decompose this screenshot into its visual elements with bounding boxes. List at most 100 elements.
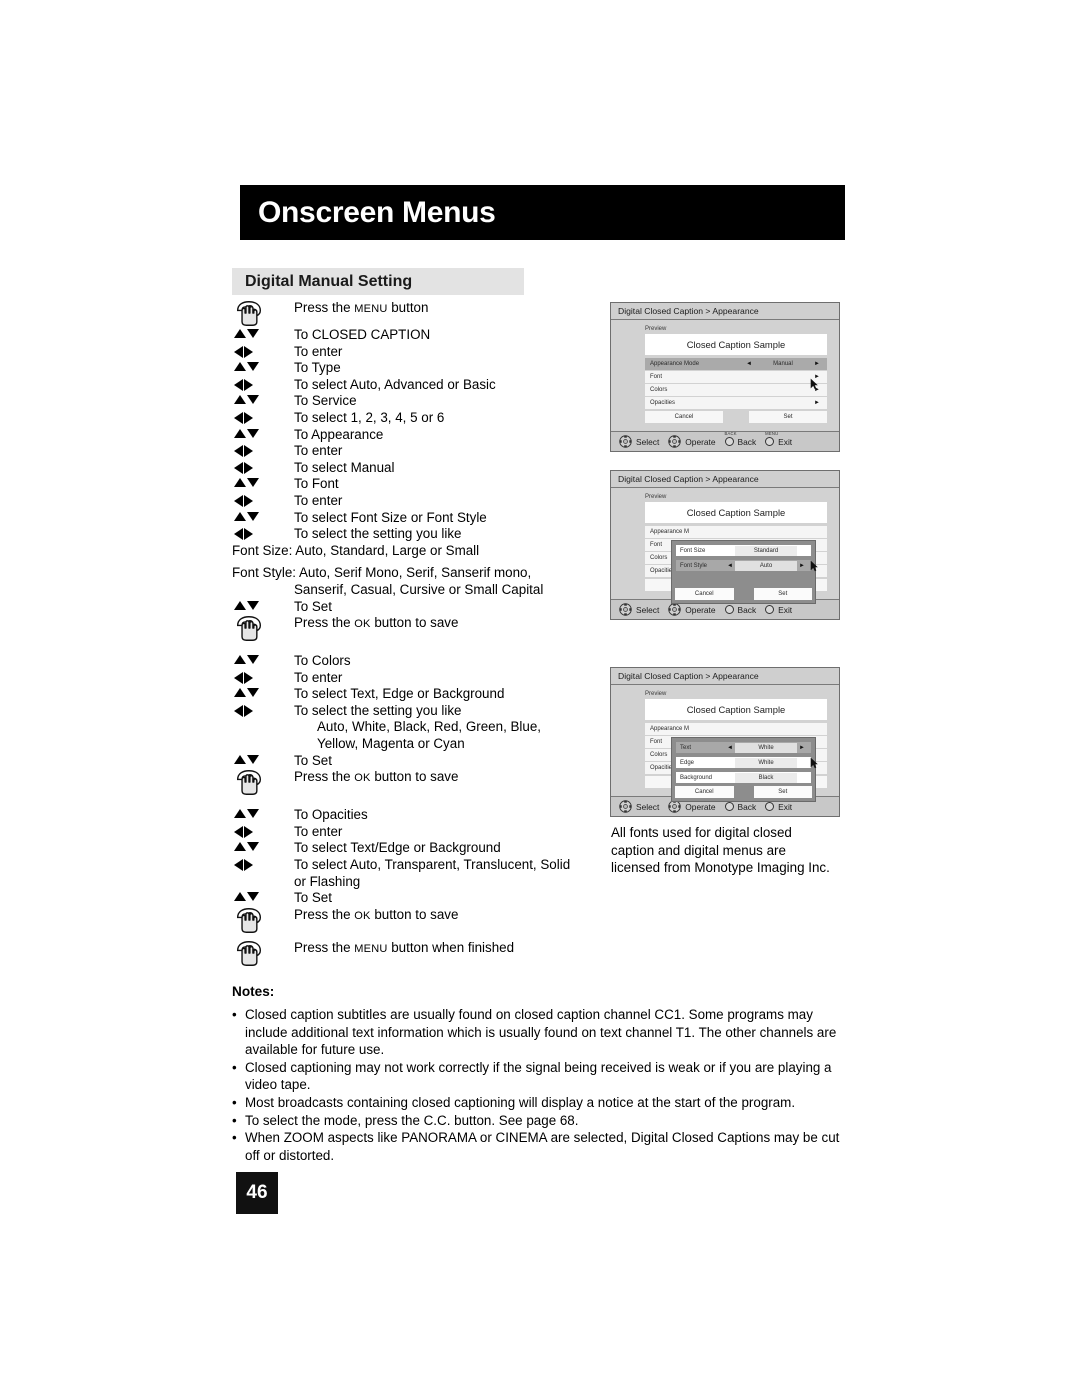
submenu-row[interactable]: Edge White: [675, 756, 812, 769]
button-name-label: MENU: [354, 942, 388, 955]
caption-preview-sample: Closed Caption Sample: [645, 334, 827, 355]
bottom-bar-label: Back: [737, 801, 757, 812]
mouse-cursor-icon: [810, 757, 819, 769]
mouse-cursor-icon: [810, 560, 819, 572]
preview-label: Preview: [645, 691, 667, 697]
step-icon: [232, 686, 294, 698]
circle-button-icon[interactable]: [765, 437, 775, 446]
bottom-bar-item[interactable]: Select: [619, 800, 659, 813]
menu-row[interactable]: Appearance M: [645, 723, 827, 736]
left-arrow-icon[interactable]: ◄: [744, 361, 754, 367]
submenu-cancel-button[interactable]: Cancel: [675, 786, 734, 798]
bottom-bar-item[interactable]: BACKBack: [724, 796, 757, 812]
menu-row[interactable]: Appearance M: [645, 526, 827, 539]
bottom-bar-item[interactable]: BACKBack: [724, 431, 757, 447]
step-icon: [232, 460, 294, 474]
bottom-bar-item[interactable]: Operate: [668, 435, 716, 448]
dpad-icon: [619, 603, 632, 616]
menu-row[interactable]: Appearance Mode ◄ Manual ►: [645, 358, 827, 371]
circle-button-icon[interactable]: [724, 802, 734, 811]
circle-button-icon[interactable]: [765, 802, 775, 811]
dpad-icon: [619, 800, 632, 813]
press-button-hand-icon: [234, 940, 264, 967]
step-icon: [232, 670, 294, 684]
button-name-label: OK: [354, 618, 371, 631]
circle-button-icon[interactable]: [724, 437, 734, 446]
step-icon: [232, 410, 294, 424]
circle-button-icon[interactable]: [724, 605, 734, 614]
left-arrow-icon[interactable]: ◄: [725, 563, 735, 569]
manual-page: Onscreen Menus Digital Manual Setting Pr…: [0, 0, 1080, 1397]
bottom-bar-label: Exit: [778, 801, 793, 812]
submenu-row[interactable]: Background Black: [675, 771, 812, 784]
instruction-row: To select Auto, Transparent, Translucent…: [232, 857, 602, 874]
page-number: 46: [236, 1172, 278, 1214]
step-text: To Service: [294, 393, 357, 409]
submenu-cancel-button[interactable]: Cancel: [675, 588, 734, 600]
note-item: • When ZOOM aspects like PANORAMA or CINE…: [232, 1129, 850, 1164]
step-text: To Appearance: [294, 426, 384, 442]
left-right-arrows-icon: [234, 859, 253, 872]
instruction-row: To select the setting you like: [232, 526, 602, 543]
bottom-bar-item[interactable]: Select: [619, 435, 659, 448]
step-icon: [232, 615, 294, 642]
right-arrow-icon[interactable]: ►: [812, 361, 822, 367]
submenu-buttons: Cancel Set: [675, 786, 812, 798]
instruction-row: Press the OK button to save: [232, 769, 602, 796]
instruction-row: To Font: [232, 476, 602, 493]
bottom-bar-item[interactable]: MENUExit: [765, 796, 793, 812]
menu-row[interactable]: Opacities ►: [645, 397, 827, 410]
bottom-bar-label: Back: [737, 436, 757, 447]
circle-button-icon[interactable]: [765, 605, 775, 614]
menu-body: Preview Closed Caption Sample Appearance M…: [611, 488, 839, 604]
step-text: Press the OK button to save: [294, 906, 459, 922]
step-text: To enter: [294, 343, 343, 359]
step-text: To select Text, Edge or Background: [294, 686, 505, 702]
submenu-set-button[interactable]: Set: [753, 588, 812, 600]
instruction-row: Press the MENU button: [232, 300, 602, 327]
up-down-arrows-icon: [234, 511, 259, 521]
step-text: To enter: [294, 492, 343, 508]
step-icon: [232, 300, 294, 327]
right-arrow-icon[interactable]: ►: [797, 563, 807, 569]
up-down-arrows-icon: [234, 395, 259, 405]
step-text: To enter: [294, 823, 343, 839]
menu-row-label: Opacities: [650, 400, 676, 406]
caption-preview-sample: Closed Caption Sample: [645, 502, 827, 523]
step-text: To select Auto, Transparent, Translucent…: [294, 857, 571, 873]
step-icon: [232, 599, 294, 610]
left-arrow-icon[interactable]: ◄: [725, 745, 735, 751]
bottom-bar-item[interactable]: Operate: [668, 603, 716, 616]
step-icon: [232, 510, 294, 521]
step-text: To Type: [294, 360, 341, 376]
font-license-note: All fonts used for digital closed captio…: [611, 825, 830, 875]
step-icon: [232, 476, 294, 488]
bottom-bar-mini-label: BACK: [724, 430, 737, 436]
step-icon: [232, 890, 294, 902]
tv-menu-screenshot-1: Digital Closed Caption > Appearance Previ…: [610, 302, 840, 452]
bottom-bar-item[interactable]: BACKBack: [724, 599, 756, 615]
bottom-bar-item[interactable]: MENUExit: [765, 599, 792, 615]
instruction-row: To Type: [232, 360, 602, 377]
submenu-row[interactable]: Font Size Standard: [675, 544, 812, 557]
step-icon: [232, 360, 294, 372]
step-icon: [232, 653, 294, 665]
bottom-bar-item[interactable]: MENUExit: [765, 431, 792, 447]
bullet-icon: •: [232, 1112, 237, 1128]
instruction-row: To select Auto, Advanced or Basic: [232, 377, 602, 394]
right-arrow-icon[interactable]: ►: [797, 745, 807, 751]
step-icon: [232, 526, 294, 541]
submenu-row[interactable]: Text ◄ White ►: [675, 741, 812, 754]
instruction-row: To enter: [232, 443, 602, 460]
menu-row[interactable]: Font ►: [645, 371, 827, 384]
cancel-button[interactable]: Cancel: [645, 411, 723, 423]
menu-row-value: Manual: [773, 361, 793, 367]
menu-row[interactable]: Colors ►: [645, 384, 827, 397]
right-arrow-icon[interactable]: ►: [812, 400, 822, 406]
submenu-set-button[interactable]: Set: [753, 786, 812, 798]
set-button[interactable]: Set: [749, 411, 827, 423]
submenu-row[interactable]: Font Style ◄ Auto ►: [675, 559, 812, 572]
instruction-row: To enter: [232, 493, 602, 510]
bottom-bar-item[interactable]: Select: [619, 603, 659, 616]
instruction-row: To Appearance: [232, 427, 602, 444]
